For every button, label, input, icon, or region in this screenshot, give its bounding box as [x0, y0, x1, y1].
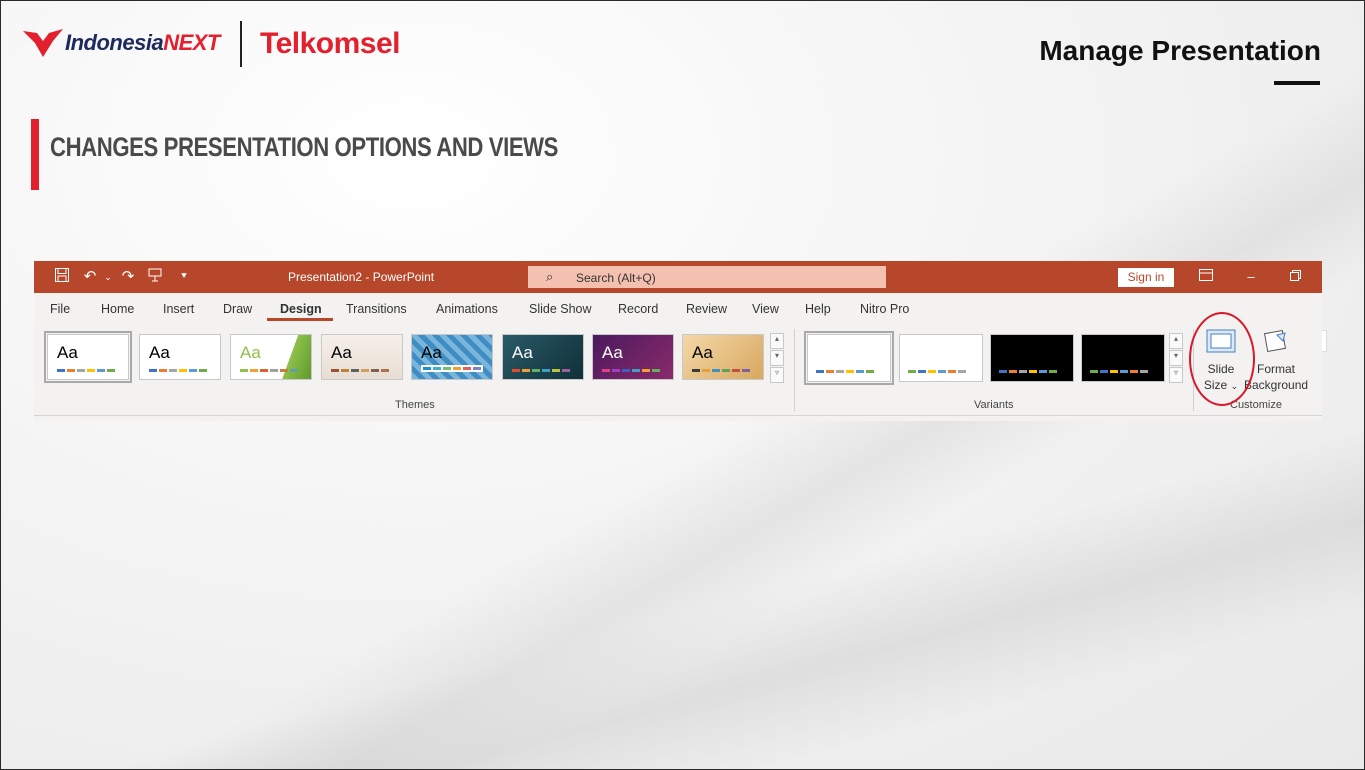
- theme-thumbnail[interactable]: Aa: [44, 331, 132, 383]
- variants-group-label: Variants: [974, 399, 1014, 411]
- customize-group-label: Customize: [1230, 399, 1282, 411]
- indonesianext-logo: IndonesiaNEXT: [23, 27, 220, 59]
- logo-divider: [240, 21, 242, 67]
- group-separator: [794, 329, 795, 411]
- save-icon[interactable]: [52, 267, 72, 287]
- theme-thumbnail[interactable]: Aa: [682, 334, 764, 380]
- theme-thumbnail[interactable]: Aa: [230, 334, 312, 380]
- ribbon-display-options-icon[interactable]: [1195, 267, 1217, 287]
- variant-thumbnail[interactable]: [1081, 334, 1165, 382]
- tab-nitro-pro[interactable]: Nitro Pro: [860, 302, 909, 316]
- indonesianext-wordmark: IndonesiaNEXT: [65, 30, 220, 55]
- undo-icon[interactable]: ↶: [80, 267, 100, 287]
- title-underline: [1274, 81, 1320, 85]
- title-bar: ↶ ⌄ ↷ ⯆ Presentation2 - PowerPoint ⌕ Sea…: [34, 261, 1322, 293]
- variant-thumbnail[interactable]: [899, 334, 983, 382]
- tab-transitions[interactable]: Transitions: [346, 302, 407, 316]
- search-placeholder: Search (Alt+Q): [576, 271, 656, 285]
- customize-qat-icon[interactable]: ⯆: [174, 267, 194, 287]
- tab-animations[interactable]: Animations: [436, 302, 498, 316]
- minimize-icon[interactable]: –: [1240, 267, 1262, 287]
- tab-home[interactable]: Home: [101, 302, 134, 316]
- page-title: Manage Presentation: [1039, 35, 1321, 66]
- slide: IndonesiaNEXT Telkomsel Manage Presentat…: [0, 0, 1365, 770]
- tab-file[interactable]: File: [50, 302, 70, 316]
- tab-design[interactable]: Design: [280, 302, 322, 316]
- variant-thumbnail[interactable]: [804, 331, 894, 385]
- tab-draw[interactable]: Draw: [223, 302, 252, 316]
- tab-review[interactable]: Review: [686, 302, 727, 316]
- search-box[interactable]: ⌕ Search (Alt+Q): [528, 266, 886, 288]
- tab-help[interactable]: Help: [805, 302, 831, 316]
- variant-thumbnail[interactable]: [990, 334, 1074, 382]
- sign-in-button[interactable]: Sign in: [1118, 268, 1174, 287]
- themes-scroll-up-icon[interactable]: ▴: [770, 333, 784, 349]
- format-background-icon: [1263, 329, 1287, 353]
- variants-more-icon[interactable]: ▿: [1169, 367, 1183, 383]
- present-icon[interactable]: [145, 267, 165, 287]
- highlight-circle: [1189, 312, 1255, 406]
- theme-thumbnail[interactable]: Aa: [502, 334, 584, 380]
- tab-view[interactable]: View: [752, 302, 779, 316]
- powerpoint-ribbon: ↶ ⌄ ↷ ⯆ Presentation2 - PowerPoint ⌕ Sea…: [34, 261, 1327, 421]
- variants-scroll-down-icon[interactable]: ▾: [1169, 350, 1183, 366]
- tab-record[interactable]: Record: [618, 302, 658, 316]
- document-title: Presentation2 - PowerPoint: [288, 270, 435, 284]
- design-ribbon-panel: Aa Aa Aa Aa Aa Aa Aa Aa ▴ ▾ ▿ Themes ▴ ▾…: [34, 323, 1322, 416]
- theme-thumbnail[interactable]: Aa: [321, 334, 403, 380]
- theme-thumbnail[interactable]: Aa: [139, 334, 221, 380]
- ribbon-tabs: File Home Insert Draw Design Transitions…: [34, 293, 1327, 352]
- section-accent-bar: [31, 119, 39, 190]
- restore-icon[interactable]: [1284, 267, 1306, 287]
- active-tab-indicator: [267, 318, 333, 321]
- themes-scroll-down-icon[interactable]: ▾: [770, 350, 784, 366]
- theme-thumbnail[interactable]: Aa: [592, 334, 674, 380]
- themes-more-icon[interactable]: ▿: [770, 367, 784, 383]
- theme-thumbnail[interactable]: Aa: [411, 334, 493, 380]
- search-icon: ⌕: [546, 269, 554, 284]
- section-title: CHANGES PRESENTATION OPTIONS AND VIEWS: [50, 132, 559, 162]
- undo-dropdown-icon[interactable]: ⌄: [98, 267, 118, 287]
- indonesianext-mark-icon: [23, 29, 63, 57]
- tab-insert[interactable]: Insert: [163, 302, 194, 316]
- tab-slide-show[interactable]: Slide Show: [529, 302, 592, 316]
- variants-scroll-up-icon[interactable]: ▴: [1169, 333, 1183, 349]
- telkomsel-logo: Telkomsel: [260, 27, 401, 60]
- redo-icon[interactable]: ↷: [118, 267, 138, 287]
- themes-group-label: Themes: [395, 399, 435, 411]
